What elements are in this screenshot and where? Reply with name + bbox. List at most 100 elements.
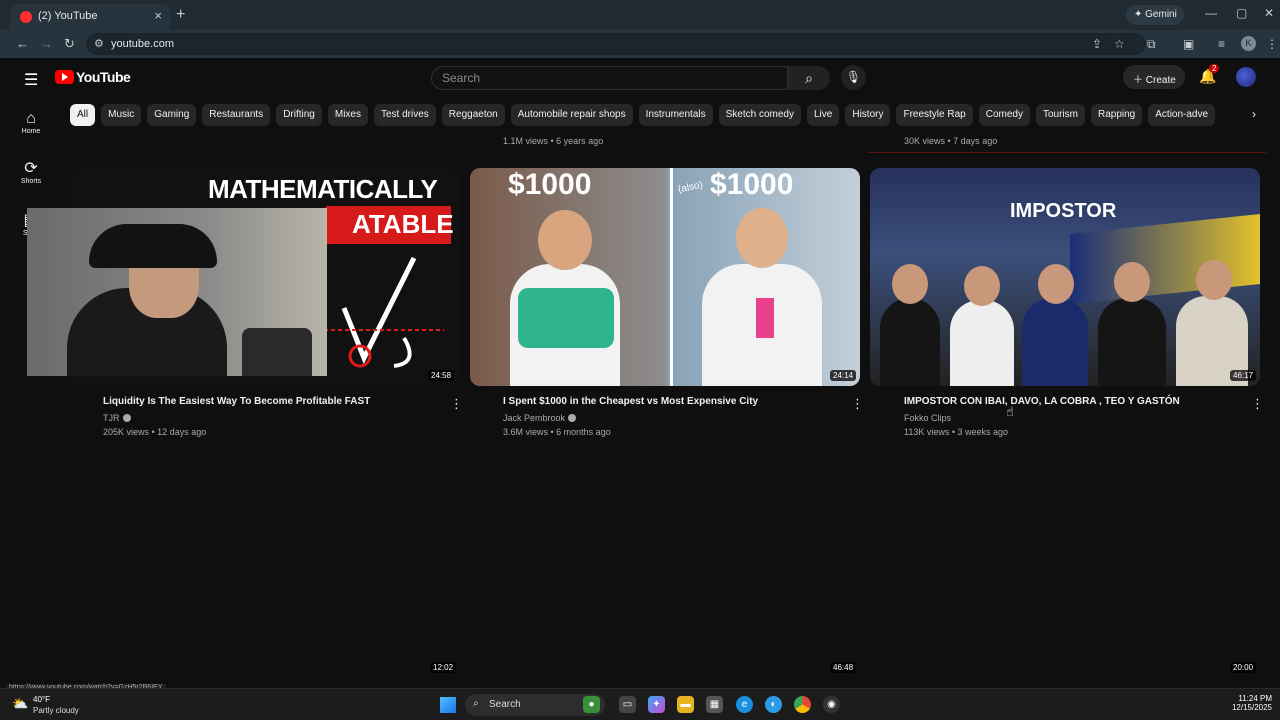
chip-automobile-repair-shops[interactable]: Automobile repair shops: [510, 104, 633, 126]
notification-count-badge: 2: [1209, 64, 1220, 73]
thumbnail-person-head: [964, 266, 1000, 306]
task-view-icon[interactable]: ▭: [619, 696, 636, 713]
media-controls-icon[interactable]: ≡: [1218, 37, 1225, 51]
video-thumbnail-2[interactable]: $1000 (also) $1000 24:14: [470, 168, 860, 386]
side-panel-icon[interactable]: ▣: [1183, 37, 1194, 51]
video-title-2[interactable]: I Spent $1000 in the Cheapest vs Most Ex…: [503, 396, 758, 407]
video-thumbnail-3[interactable]: IMPOSTOR 46:17: [870, 168, 1260, 386]
reload-icon[interactable]: ↻: [64, 36, 75, 52]
tab-title: (2) YouTube: [38, 10, 98, 22]
channel-name-1[interactable]: TJR: [103, 413, 131, 423]
profile-avatar[interactable]: K: [1241, 36, 1256, 51]
weather-condition[interactable]: Partly cloudy: [33, 706, 79, 715]
chip-history[interactable]: History: [845, 104, 891, 126]
windows-start-icon[interactable]: [440, 697, 456, 713]
browser-menu-icon[interactable]: ⋮: [1266, 37, 1278, 51]
channel-name-3[interactable]: Fokko Clips: [904, 413, 951, 423]
microsoft-store-icon[interactable]: ▦: [706, 696, 723, 713]
site-info-icon[interactable]: ⚙: [94, 37, 104, 50]
voice-search-button[interactable]: 🎙: [841, 65, 866, 90]
sidebar-item-shorts[interactable]: ⟳ Shorts: [0, 158, 62, 185]
chip-reggaeton[interactable]: Reggaeton: [441, 104, 505, 126]
tab-close-icon[interactable]: ×: [154, 8, 162, 23]
video-title-1[interactable]: Liquidity Is The Easiest Way To Become P…: [103, 396, 370, 407]
filter-chip-bar: All Music Gaming Restaurants Drifting Mixes Te…: [70, 104, 1260, 126]
browser-tab-youtube[interactable]: (2) YouTube ×: [10, 4, 170, 30]
chip-tourism[interactable]: Tourism: [1035, 104, 1085, 126]
account-avatar[interactable]: [1236, 67, 1256, 87]
more-options-icon[interactable]: ⋮: [851, 396, 864, 412]
thumbnail-person-head: [736, 208, 788, 268]
copilot-icon[interactable]: ✦: [648, 696, 665, 713]
sidebar-item-home[interactable]: ⌂ Home: [0, 110, 62, 135]
recording-app-icon[interactable]: ◉: [823, 696, 840, 713]
video-duration-badge: 12:02: [430, 662, 457, 673]
taskbar-search-label: Search: [489, 699, 521, 710]
install-app-icon[interactable]: ⇪: [1092, 37, 1102, 51]
chip-gaming[interactable]: Gaming: [147, 104, 197, 126]
chip-sketch-comedy[interactable]: Sketch comedy: [718, 104, 801, 126]
chip-live[interactable]: Live: [806, 104, 840, 126]
youtube-logo-icon[interactable]: [55, 70, 74, 84]
new-tab-icon[interactable]: +: [176, 6, 185, 24]
search-icon: ⌕: [473, 698, 479, 709]
forward-icon[interactable]: →: [40, 36, 53, 51]
window-close-icon[interactable]: ✕: [1264, 6, 1274, 20]
chip-drifting[interactable]: Drifting: [276, 104, 322, 126]
windows-taskbar: ⛅ 40°F Partly cloudy ⌕ Search ● ▭ ✦ ▬ ▦ …: [0, 688, 1280, 720]
thumbnail-stadium: [1070, 214, 1260, 304]
maximize-icon[interactable]: ▢: [1236, 6, 1247, 20]
search-icon: ⌕: [805, 70, 813, 86]
chip-music[interactable]: Music: [101, 104, 142, 126]
channel-name-2[interactable]: Jack Pembrook: [503, 413, 577, 423]
prev-video-stats: 30K views • 7 days ago: [904, 136, 998, 146]
extensions-icon[interactable]: ⧉: [1147, 37, 1156, 52]
weather-cloud-icon[interactable]: ⛅: [12, 696, 28, 712]
thumbnail-text: $1000: [508, 168, 592, 201]
search-button[interactable]: ⌕: [788, 66, 830, 90]
thumbnail-text: MATHEMATICALLY: [208, 174, 438, 204]
chip-restaurants[interactable]: Restaurants: [202, 104, 271, 126]
thumbnail-text: IMPOSTOR: [1010, 200, 1117, 222]
chip-test-drives[interactable]: Test drives: [374, 104, 436, 126]
thumbnail-cash-stack: [518, 288, 614, 348]
video-stats-1: 205K views • 12 days ago: [103, 427, 207, 437]
weather-temperature[interactable]: 40°F: [33, 695, 50, 704]
gemini-button[interactable]: ✦ Gemini: [1126, 5, 1184, 25]
minimize-icon[interactable]: —: [1205, 6, 1217, 20]
taskbar-app-icon[interactable]: ●: [583, 696, 600, 713]
more-options-icon[interactable]: ⋮: [450, 396, 463, 412]
back-icon[interactable]: ←: [16, 36, 29, 51]
bookmark-star-icon[interactable]: ☆: [1114, 37, 1125, 51]
taskbar-app-icon[interactable]: ◐: [765, 696, 782, 713]
thumbnail-person-head: [892, 264, 928, 304]
video-stats-3: 113K views • 3 weeks ago: [904, 427, 1009, 437]
system-clock[interactable]: 11:24 PM 12/15/2025: [1222, 694, 1272, 712]
chrome-icon[interactable]: [794, 696, 811, 713]
chip-rapping[interactable]: Rapping: [1090, 104, 1143, 126]
chevron-right-icon[interactable]: ›: [1252, 107, 1256, 121]
chip-instrumentals[interactable]: Instrumentals: [638, 104, 713, 126]
search-input[interactable]: [431, 66, 788, 90]
chip-action-adventure[interactable]: Action-adve: [1148, 104, 1216, 126]
thumbnail-text: (also): [677, 179, 704, 196]
create-button[interactable]: ＋ Create: [1123, 65, 1185, 89]
edge-browser-icon[interactable]: e: [736, 696, 753, 713]
video-title-3[interactable]: IMPOSTOR CON IBAI, DAVO, LA COBRA , TEO …: [904, 396, 1180, 407]
hamburger-menu-icon[interactable]: ☰: [24, 70, 38, 90]
webcam-person-cap: [89, 224, 217, 268]
chip-all[interactable]: All: [70, 104, 96, 126]
shorts-icon: ⟳: [24, 160, 38, 177]
video-stats-2: 3.6M views • 6 months ago: [503, 427, 611, 437]
more-options-icon[interactable]: ⋮: [1251, 396, 1264, 412]
chip-mixes[interactable]: Mixes: [327, 104, 368, 126]
home-icon: ⌂: [26, 110, 36, 127]
youtube-logo-text[interactable]: YouTube: [76, 69, 131, 85]
thumbnail-banknote: [756, 298, 774, 338]
file-explorer-icon[interactable]: ▬: [677, 696, 694, 713]
chip-freestyle-rap[interactable]: Freestyle Rap: [896, 104, 973, 126]
mouse-pointer-icon: ☝: [1006, 404, 1014, 419]
chip-comedy[interactable]: Comedy: [978, 104, 1030, 126]
address-bar[interactable]: ⚙ youtube.com: [86, 33, 1146, 55]
channel-name-text: Jack Pembrook: [503, 413, 566, 423]
